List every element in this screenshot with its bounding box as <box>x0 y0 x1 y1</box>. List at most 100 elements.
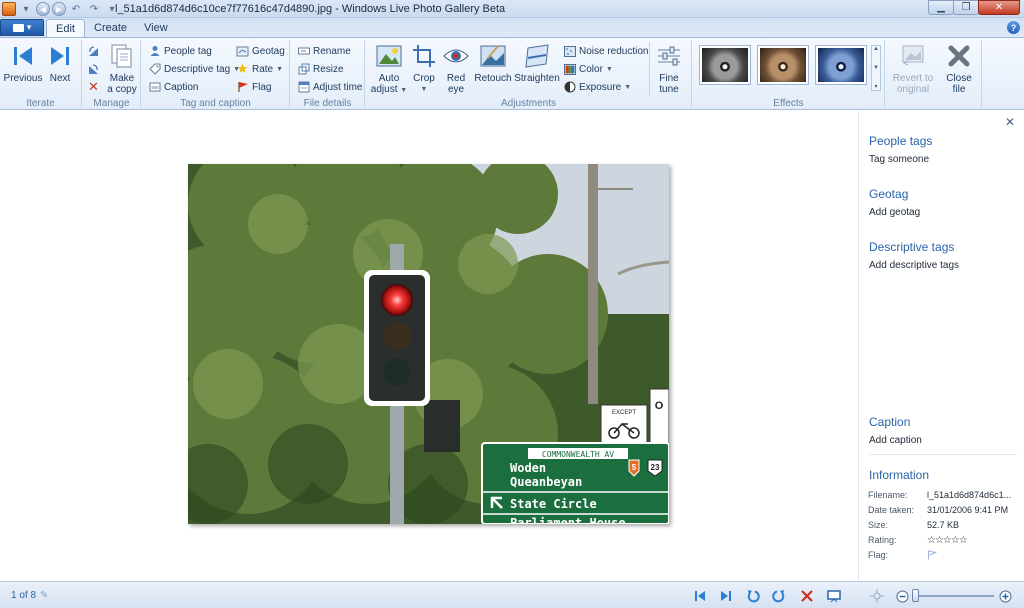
delete-button[interactable]: ✕ <box>87 79 100 95</box>
tab-edit[interactable]: Edit <box>46 19 85 37</box>
previous-button[interactable]: Previous <box>4 42 42 84</box>
auto-adjust-label-2: adjust ▼ <box>371 84 407 96</box>
descriptive-tag-button[interactable]: Descriptive tag ▼ <box>148 61 240 77</box>
sign-top-text: COMMONWEALTH AV <box>542 450 614 459</box>
rename-button[interactable]: Rename <box>297 43 351 59</box>
make-a-copy-button[interactable]: Make a copy <box>105 42 139 95</box>
group-iterate: Previous Next Iterate <box>0 40 82 110</box>
toolbar-dropdown-icon[interactable]: ▾ <box>18 2 34 16</box>
zoom-out-icon[interactable] <box>894 588 910 604</box>
group-label-tag-and-caption: Tag and caption <box>180 98 251 109</box>
add-geotag-link[interactable]: Add geotag <box>869 207 920 218</box>
rotate-left-icon <box>87 45 100 58</box>
close-file-button[interactable]: Close file <box>942 42 976 95</box>
actual-size-icon[interactable] <box>869 588 885 604</box>
tab-create[interactable]: Create <box>85 19 136 37</box>
tag-someone-link[interactable]: Tag someone <box>869 154 929 165</box>
effect-black-and-white[interactable] <box>699 45 751 85</box>
flag-toggle[interactable] <box>927 550 937 564</box>
rating-stars[interactable]: ☆☆☆☆☆ <box>927 535 967 549</box>
undo-icon[interactable]: ↶ <box>68 2 84 16</box>
add-caption-link[interactable]: Add caption <box>869 435 922 446</box>
forward-icon[interactable]: ▶ <box>52 2 66 16</box>
gallery-expand-icon[interactable]: ▾ <box>874 83 877 90</box>
geotag-button[interactable]: Geotag <box>236 43 285 59</box>
chevron-down-icon[interactable]: ▼ <box>873 65 879 71</box>
geotag-label: Geotag <box>252 45 285 57</box>
rate-button[interactable]: ★ Rate ▼ <box>236 61 283 77</box>
exposure-button[interactable]: Exposure ▼ <box>563 79 631 95</box>
separator <box>649 42 650 96</box>
next-button[interactable]: Next <box>45 42 75 84</box>
zoom-slider-track[interactable] <box>912 595 994 597</box>
back-icon[interactable]: ◀ <box>36 2 50 16</box>
maximize-button[interactable]: ❐ <box>953 0 979 15</box>
close-icon <box>945 42 973 70</box>
last-photo-icon[interactable] <box>718 588 734 604</box>
caption-button[interactable]: Caption <box>148 79 198 95</box>
slideshow-icon[interactable] <box>826 588 842 604</box>
red-eye-button[interactable]: Red eye <box>442 42 470 95</box>
effect-sepia[interactable] <box>757 45 809 85</box>
flag-button[interactable]: Flag <box>236 79 271 95</box>
caption-label: Caption <box>164 81 199 93</box>
chevron-down-icon: ▼ <box>420 86 428 93</box>
resize-button[interactable]: Resize <box>297 61 344 77</box>
revert-to-original-button[interactable]: Revert to original <box>890 42 936 95</box>
info-value: l_51a1d6d874d6c1... <box>927 490 1012 500</box>
first-photo-icon[interactable] <box>692 588 708 604</box>
make-a-copy-label-2: a copy <box>107 84 137 95</box>
revert-label-1: Revert to <box>892 73 934 84</box>
rotate-left-button[interactable] <box>87 43 100 59</box>
color-button[interactable]: Color ▼ <box>563 61 613 77</box>
straighten-button[interactable]: Straighten <box>514 42 560 84</box>
add-descriptive-tags-link[interactable]: Add descriptive tags <box>869 260 959 271</box>
auto-adjust-button[interactable]: Auto adjust ▼ <box>370 42 408 96</box>
info-value[interactable]: 31/01/2006 9:41 PM <box>927 505 1008 519</box>
effect-cyan[interactable] <box>815 45 867 85</box>
app-icon[interactable] <box>2 2 16 16</box>
crop-button[interactable]: Crop ▼ <box>410 42 438 95</box>
fine-tune-button[interactable]: Fine tune <box>654 42 684 95</box>
group-effects: ▲ ▼ ▾ Effects <box>693 40 885 110</box>
zoom-slider-thumb[interactable] <box>912 589 919 602</box>
close-pane-icon[interactable]: ✕ <box>1005 115 1015 129</box>
zoom-in-icon[interactable] <box>997 588 1013 604</box>
rotate-clockwise-icon[interactable] <box>771 588 787 604</box>
minimize-button[interactable]: ▁ <box>928 0 954 15</box>
effect-thumbnail-sepia <box>760 48 806 82</box>
retouch-label: Retouch <box>474 73 512 84</box>
resize-icon <box>297 63 310 76</box>
retouch-icon <box>479 42 507 70</box>
tab-view[interactable]: View <box>135 19 177 37</box>
photo-viewer: O EXCEPT COMMONWEALTH AV Woden Queanbeya… <box>0 111 858 581</box>
group-label-file-details: File details <box>303 98 352 109</box>
color-icon <box>563 63 576 76</box>
close-window-button[interactable]: ✕ <box>978 0 1020 15</box>
info-key: Size: <box>868 520 889 530</box>
chevron-up-icon[interactable]: ▲ <box>873 46 879 52</box>
adjust-time-button[interactable]: Adjust time <box>297 79 362 95</box>
group-label-iterate: Iterate <box>26 98 55 109</box>
redo-icon[interactable]: ↷ <box>86 2 102 16</box>
delete-icon[interactable] <box>799 588 815 604</box>
noise-reduction-label: Noise reduction <box>579 45 649 57</box>
people-tag-button[interactable]: People tag <box>148 43 212 59</box>
pencil-icon[interactable]: ✎ <box>40 590 48 601</box>
chevron-down-icon: ▼ <box>400 87 408 94</box>
people-tag-label: People tag <box>164 45 212 57</box>
revert-icon <box>899 42 927 70</box>
auto-adjust-label-2-text: adjust <box>370 84 398 95</box>
effects-gallery-scroll[interactable]: ▲ ▼ ▾ <box>871 45 881 91</box>
group-close: Revert to original Close file <box>886 40 982 110</box>
retouch-button[interactable]: Retouch <box>474 42 512 84</box>
photo-traffic-light[interactable]: O EXCEPT COMMONWEALTH AV Woden Queanbeya… <box>188 164 669 524</box>
help-icon[interactable]: ? <box>1007 21 1020 34</box>
rotate-right-button[interactable] <box>87 61 100 77</box>
noise-reduction-button[interactable]: Noise reduction <box>563 43 648 59</box>
rotate-counterclockwise-icon[interactable] <box>745 588 761 604</box>
application-menu-button[interactable]: ▾ <box>0 19 44 36</box>
route-23-text: 23 <box>651 463 660 472</box>
ribbon-tab-row: ▾ Edit Create View ? <box>0 18 1024 37</box>
color-label: Color <box>579 63 603 75</box>
